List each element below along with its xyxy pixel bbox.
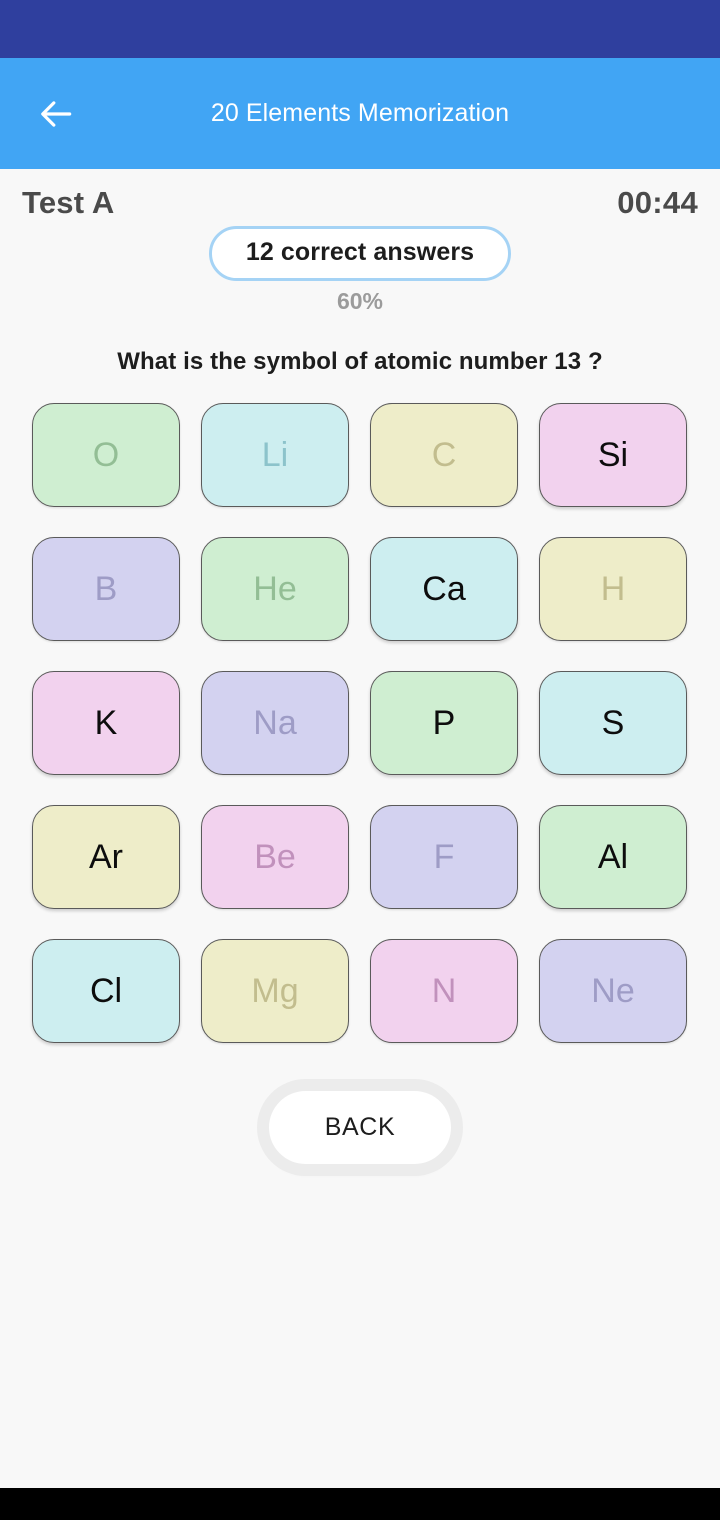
element-tile-h[interactable]: H (539, 537, 687, 641)
element-tile-be[interactable]: Be (201, 805, 349, 909)
element-tile-f[interactable]: F (370, 805, 518, 909)
test-header-row: Test A 00:44 (0, 169, 720, 221)
element-symbol-label: O (92, 435, 120, 474)
element-symbol-label: Ca (422, 569, 466, 608)
element-symbol-label: He (253, 569, 297, 608)
element-tile-b[interactable]: B (32, 537, 180, 641)
element-symbol-label: K (94, 703, 118, 742)
element-tile-ne[interactable]: Ne (539, 939, 687, 1043)
score-percent-label: 60% (336, 288, 384, 314)
element-tile-c[interactable]: C (370, 403, 518, 507)
element-tile-s[interactable]: S (539, 671, 687, 775)
test-name-label: Test A (22, 185, 115, 220)
timer-label: 00:44 (617, 185, 698, 220)
element-tile-he[interactable]: He (201, 537, 349, 641)
element-symbol-label: Li (261, 435, 289, 474)
arrow-left-icon (38, 95, 76, 133)
element-tile-n[interactable]: N (370, 939, 518, 1043)
app-root: 20 Elements Memorization Test A 00:44 12… (0, 0, 720, 1520)
element-tile-si[interactable]: Si (539, 403, 687, 507)
element-symbol-label: F (433, 837, 455, 876)
back-button-row: BACK (0, 1091, 720, 1164)
content-area: Test A 00:44 12 correct answers 60% What… (0, 169, 720, 1488)
element-symbol-label: Mg (251, 971, 299, 1010)
element-tile-na[interactable]: Na (201, 671, 349, 775)
app-bar-title: 20 Elements Memorization (210, 99, 510, 127)
correct-answers-badge[interactable]: 12 correct answers (208, 226, 512, 281)
element-tile-al[interactable]: Al (539, 805, 687, 909)
element-tile-ca[interactable]: Ca (370, 537, 518, 641)
back-arrow-button[interactable] (33, 90, 81, 138)
element-symbol-label: C (431, 435, 457, 474)
back-button[interactable]: BACK (268, 1091, 452, 1164)
element-symbol-label: S (601, 703, 625, 742)
element-tile-grid: O Li C Si B He Ca H K Na P S Ar Be F Al Cl Mg N Ne (32, 403, 688, 1043)
element-tile-k[interactable]: K (32, 671, 180, 775)
status-bar (0, 0, 720, 58)
element-symbol-label: Na (253, 703, 297, 742)
app-bar: 20 Elements Memorization (0, 58, 720, 169)
element-symbol-label: H (600, 569, 626, 608)
element-symbol-label: B (94, 569, 118, 608)
element-symbol-label: Si (597, 435, 629, 474)
element-tile-cl[interactable]: Cl (32, 939, 180, 1043)
score-section: 12 correct answers 60% (0, 226, 720, 315)
element-symbol-label: Ar (89, 837, 123, 876)
element-tile-mg[interactable]: Mg (201, 939, 349, 1043)
system-navigation-bar (0, 1488, 720, 1520)
element-symbol-label: Cl (89, 971, 123, 1010)
question-text: What is the symbol of atomic number 13 ? (117, 348, 603, 375)
element-tile-ar[interactable]: Ar (32, 805, 180, 909)
element-symbol-label: N (431, 971, 457, 1010)
element-symbol-label: Al (597, 837, 629, 876)
element-symbol-label: Be (254, 837, 296, 876)
element-symbol-label: P (432, 703, 456, 742)
element-tile-o[interactable]: O (32, 403, 180, 507)
element-tile-p[interactable]: P (370, 671, 518, 775)
element-tile-li[interactable]: Li (201, 403, 349, 507)
element-symbol-label: Ne (591, 971, 635, 1010)
